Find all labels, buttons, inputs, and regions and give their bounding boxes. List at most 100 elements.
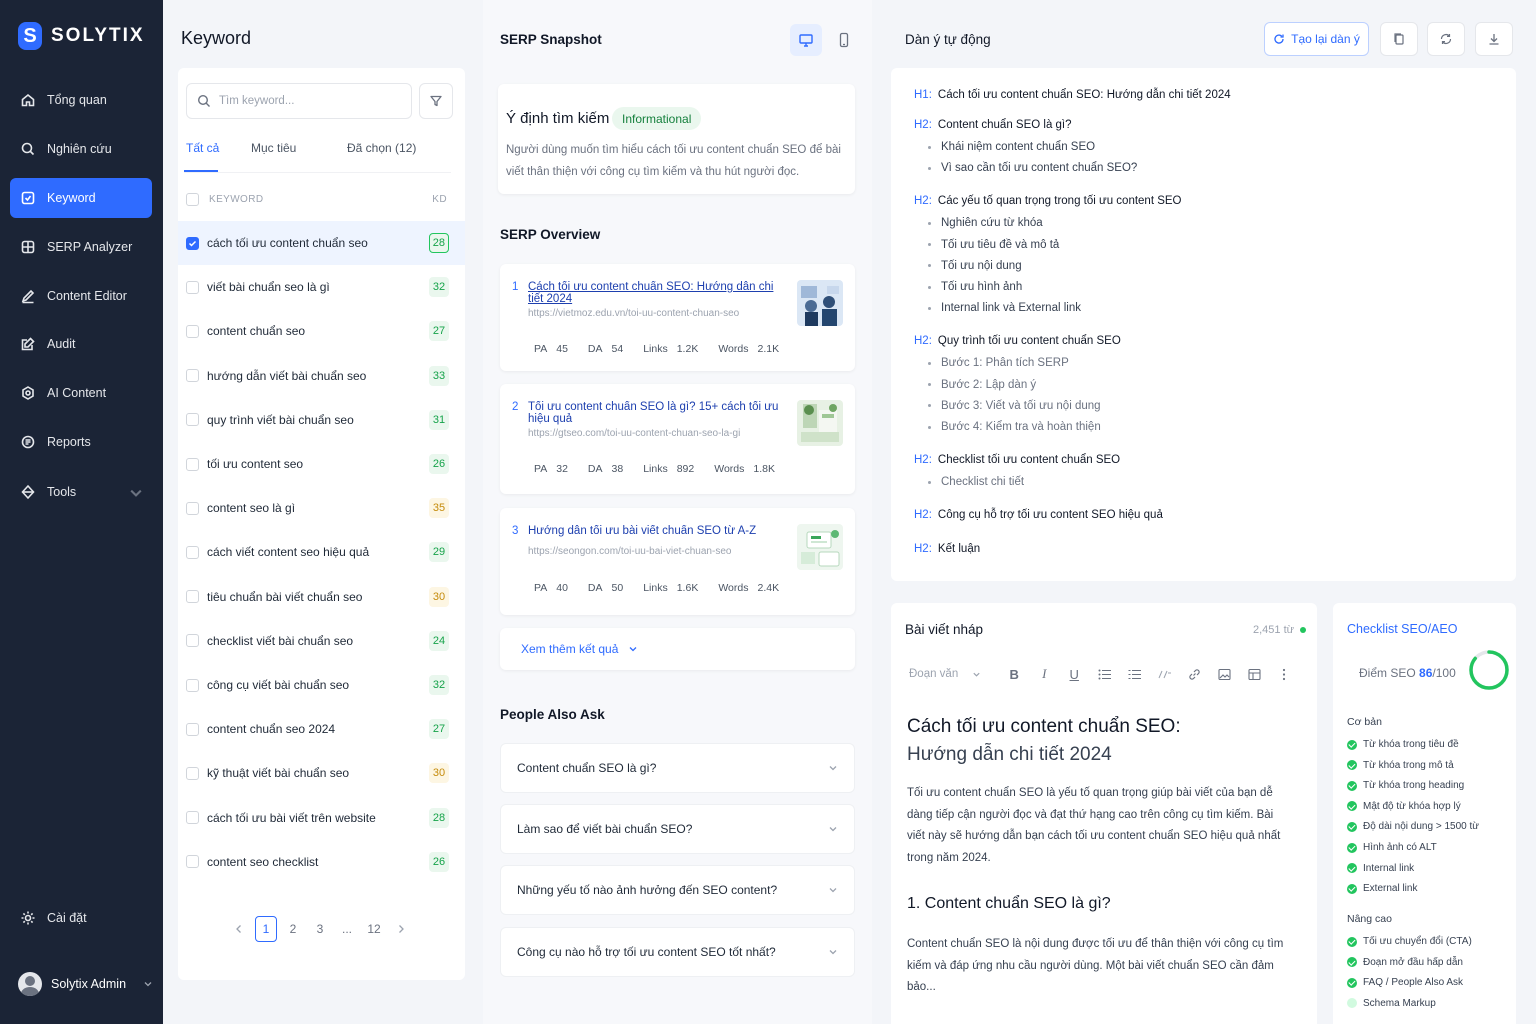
row-checkbox[interactable]	[186, 678, 199, 692]
outline-subitem[interactable]: Tối ưu nội dung	[928, 260, 1022, 272]
filter-button[interactable]	[419, 83, 453, 119]
mobile-view-button[interactable]	[828, 24, 860, 56]
sidebar-item-serp-analyzer[interactable]: SERP Analyzer	[10, 227, 152, 267]
outline-subitem[interactable]: Bước 1: Phân tích SERP	[928, 357, 1069, 369]
draft-intro-paragraph[interactable]: Tối ưu content chuẩn SEO là yếu tố quan …	[907, 783, 1287, 869]
tab-selected[interactable]: Đã chọn (12)	[347, 141, 416, 155]
row-checkbox[interactable]	[186, 280, 199, 294]
draft-heading-2[interactable]: 1. Content chuẩn SEO là gì?	[907, 895, 1111, 913]
sidebar-item-tổng-quan[interactable]: Tổng quan	[10, 80, 152, 120]
keyword-row[interactable]: cách tối ưu bài viết trên website 28	[178, 796, 465, 840]
row-checkbox[interactable]	[186, 590, 199, 604]
outline-heading[interactable]: H2: Checklist tối ưu content chuẩn SEO	[914, 454, 1120, 466]
next-page-button[interactable]	[390, 916, 412, 942]
numbered-list-icon[interactable]	[1119, 669, 1149, 680]
more-options-icon[interactable]	[1269, 668, 1299, 681]
row-checkbox[interactable]	[186, 855, 199, 869]
outline-subitem[interactable]: Tối ưu tiêu đề và mô tả	[928, 239, 1059, 251]
tab-target[interactable]: Mục tiêu	[251, 141, 296, 155]
paa-question[interactable]: Công cụ nào hỗ trợ tối ưu content SEO tố…	[500, 927, 855, 977]
keyword-row[interactable]: tiêu chuẩn bài viết chuẩn seo 30	[178, 575, 465, 619]
bold-icon[interactable]: B	[999, 667, 1029, 682]
row-checkbox[interactable]	[186, 545, 199, 559]
outline-subitem[interactable]: Bước 2: Lập dàn ý	[928, 379, 1036, 391]
keyword-row[interactable]: kỹ thuật viết bài chuẩn seo 30	[178, 751, 465, 795]
row-checkbox[interactable]	[186, 766, 199, 780]
link-icon[interactable]	[1179, 668, 1209, 681]
sidebar-item-nghiên-cứu[interactable]: Nghiên cứu	[10, 129, 152, 169]
quote-icon[interactable]	[1149, 669, 1179, 680]
outline-subitem[interactable]: Nghiên cứu từ khóa	[928, 217, 1043, 229]
row-checkbox[interactable]	[186, 457, 199, 471]
outline-heading[interactable]: H2: Công cụ hỗ trợ tối ưu content SEO hiệ…	[914, 509, 1163, 521]
outline-subitem[interactable]: Khái niệm content chuẩn SEO	[928, 141, 1095, 153]
search-input[interactable]	[219, 95, 399, 107]
outline-heading[interactable]: H2: Kết luận	[914, 543, 980, 555]
row-checkbox[interactable]	[186, 722, 199, 736]
row-checkbox[interactable]	[186, 324, 199, 338]
keyword-row[interactable]: checklist viết bài chuẩn seo 24	[178, 619, 465, 663]
page-button[interactable]: 1	[255, 916, 277, 942]
page-button[interactable]: 2	[282, 916, 304, 942]
row-checkbox[interactable]	[186, 413, 199, 427]
keyword-row[interactable]: content chuẩn seo 27	[178, 309, 465, 353]
page-button[interactable]: 3	[309, 916, 331, 942]
row-checkbox[interactable]	[186, 236, 199, 250]
brand[interactable]: S SOLYTIX	[18, 22, 145, 50]
paa-question[interactable]: Làm sao để viết bài chuẩn SEO?	[500, 804, 855, 854]
keyword-row[interactable]: cách tối ưu content chuẩn seo 28	[178, 221, 465, 265]
sidebar-item-tools[interactable]: Tools	[10, 472, 152, 512]
outline-subitem[interactable]: Internal link và External link	[928, 302, 1081, 314]
keyword-search[interactable]	[186, 83, 412, 119]
keyword-row[interactable]: công cụ viết bài chuẩn seo 32	[178, 663, 465, 707]
underline-icon[interactable]: U	[1059, 667, 1089, 682]
table-icon[interactable]	[1239, 668, 1269, 681]
serp-result-card[interactable]: 2 Tối ưu content chuẩn SEO là gì? 15+ các…	[500, 384, 855, 494]
row-checkbox[interactable]	[186, 501, 199, 515]
outline-subitem[interactable]: Checklist chi tiết	[928, 476, 1024, 488]
row-checkbox[interactable]	[186, 369, 199, 383]
download-button[interactable]	[1475, 22, 1513, 56]
prev-page-button[interactable]	[228, 916, 250, 942]
keyword-row[interactable]: content seo checklist 26	[178, 840, 465, 884]
serp-result-card[interactable]: 3 Hướng dẫn tối ưu bài viết chuẩn SEO từ …	[500, 508, 855, 615]
show-more-results-button[interactable]: Xem thêm kết quả	[500, 628, 855, 670]
row-checkbox[interactable]	[186, 811, 199, 825]
sidebar-item-keyword[interactable]: Keyword	[10, 178, 152, 218]
keyword-row[interactable]: tối ưu content seo 26	[178, 442, 465, 486]
result-title-link[interactable]: Tối ưu content chuẩn SEO là gì? 15+ cách…	[528, 401, 786, 425]
keyword-row[interactable]: viết bài chuẩn seo là gì 32	[178, 265, 465, 309]
draft-body-paragraph[interactable]: Content chuẩn SEO là nội dung được tối ư…	[907, 934, 1287, 999]
keyword-row[interactable]: cách viết content seo hiệu quả 29	[178, 530, 465, 574]
sidebar-item-reports[interactable]: Reports	[10, 422, 152, 462]
row-checkbox[interactable]	[186, 634, 199, 648]
outline-subitem[interactable]: Bước 4: Kiểm tra và hoàn thiện	[928, 421, 1101, 433]
select-all-checkbox[interactable]	[186, 192, 199, 206]
sidebar-item-audit[interactable]: Audit	[10, 324, 152, 364]
outline-subitem[interactable]: Tối ưu hình ảnh	[928, 281, 1022, 293]
paa-question[interactable]: Content chuẩn SEO là gì?	[500, 743, 855, 793]
outline-heading[interactable]: H1: Cách tối ưu content chuẩn SEO: Hướng …	[914, 89, 1231, 101]
draft-heading-1[interactable]: Cách tối ưu content chuẩn SEO: Hướng dẫn…	[907, 713, 1287, 769]
outline-heading[interactable]: H2: Quy trình tối ưu content chuẩn SEO	[914, 335, 1121, 347]
italic-icon[interactable]: I	[1029, 666, 1059, 682]
serp-result-card[interactable]: 1 Cách tối ưu content chuẩn SEO: Hướng dẫ…	[500, 264, 855, 371]
copy-button[interactable]	[1380, 22, 1418, 56]
keyword-row[interactable]: content seo là gì 35	[178, 486, 465, 530]
keyword-row[interactable]: content chuẩn seo 2024 27	[178, 707, 465, 751]
page-button[interactable]: 12	[363, 916, 385, 942]
paa-question[interactable]: Những yếu tố nào ảnh hưởng đến SEO conte…	[500, 865, 855, 915]
outline-heading[interactable]: H2: Content chuẩn SEO là gì?	[914, 119, 1072, 131]
outline-subitem[interactable]: Vì sao cần tối ưu content chuẩn SEO?	[928, 162, 1137, 174]
result-title-link[interactable]: Cách tối ưu content chuẩn SEO: Hướng dẫn…	[528, 281, 786, 305]
sync-button[interactable]	[1427, 22, 1465, 56]
bullet-list-icon[interactable]	[1089, 669, 1119, 680]
keyword-row[interactable]: quy trình viết bài chuẩn seo 31	[178, 398, 465, 442]
paragraph-style-select[interactable]: Đoạn văn	[909, 668, 981, 680]
user-menu[interactable]: Solytix Admin	[18, 972, 153, 996]
outline-subitem[interactable]: Bước 3: Viết và tối ưu nội dung	[928, 400, 1101, 412]
sidebar-item-content-editor[interactable]: Content Editor	[10, 276, 152, 316]
image-icon[interactable]	[1209, 668, 1239, 681]
regenerate-outline-button[interactable]: Tạo lại dàn ý	[1264, 22, 1369, 56]
sidebar-item-settings[interactable]: Cài đặt	[10, 898, 152, 938]
